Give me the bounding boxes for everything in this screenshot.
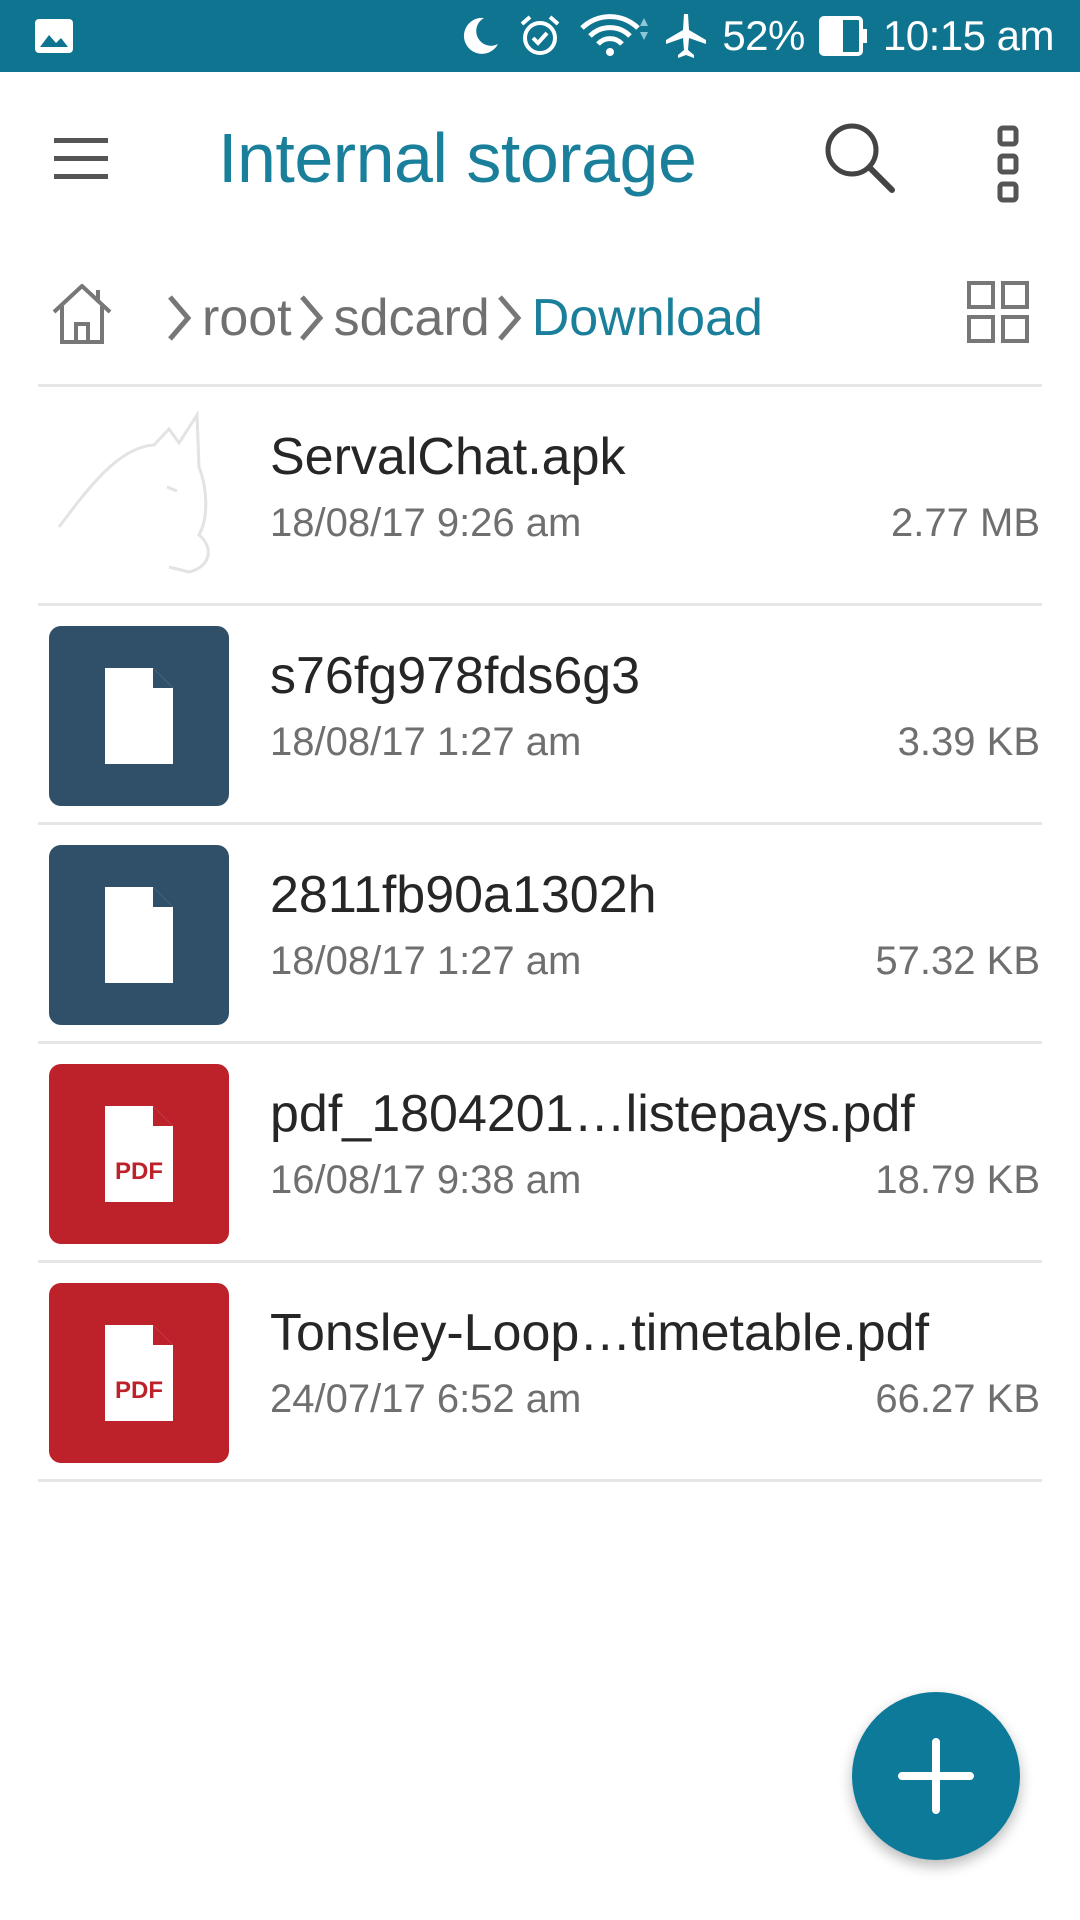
divider — [38, 1479, 1042, 1482]
file-size: 66.27 KB — [875, 1377, 1040, 1421]
battery-percent: 52% — [722, 12, 805, 59]
alarm-icon — [516, 12, 564, 60]
file-size: 18.79 KB — [875, 1158, 1040, 1202]
clock: 10:15 am — [882, 12, 1055, 59]
file-row[interactable]: ServalChat.apk 18/08/17 9:26 am 2.77 MB — [0, 387, 1080, 603]
pdf-badge: PDF — [115, 1377, 163, 1404]
chevron-right-icon — [497, 295, 521, 341]
cat-app-icon — [49, 407, 229, 587]
file-name: 2811fb90a1302h — [270, 866, 657, 924]
file-name: ServalChat.apk — [270, 428, 626, 486]
file-size: 3.39 KB — [897, 720, 1040, 764]
search-icon[interactable] — [820, 118, 900, 198]
app-bar: Internal storage — [0, 72, 1080, 248]
file-row[interactable]: PDF Tonsley-Loop…timetable.pdf 24/07/17 … — [0, 1263, 1080, 1479]
add-fab-button[interactable] — [852, 1692, 1020, 1860]
pdf-file-icon: PDF — [49, 1064, 229, 1244]
pdf-badge: PDF — [115, 1158, 163, 1185]
file-date: 18/08/17 1:27 am — [270, 939, 582, 983]
file-icon — [49, 845, 229, 1025]
file-icon — [49, 626, 229, 806]
file-date: 18/08/17 1:27 am — [270, 720, 582, 764]
menu-icon[interactable] — [50, 134, 114, 186]
file-name: Tonsley-Loop…timetable.pdf — [270, 1304, 930, 1362]
breadcrumb-item-download[interactable]: Download — [532, 288, 763, 348]
image-icon — [34, 18, 74, 54]
file-size: 2.77 MB — [891, 501, 1040, 545]
status-bar: 52% 10:15 am — [0, 0, 1080, 72]
page-title: Internal storage — [218, 119, 697, 197]
moon-icon — [458, 14, 502, 58]
file-row[interactable]: s76fg978fds6g3 18/08/17 1:27 am 3.39 KB — [0, 606, 1080, 822]
pdf-file-icon: PDF — [49, 1283, 229, 1463]
file-row[interactable]: PDF pdf_1804201…listepays.pdf 16/08/17 9… — [0, 1044, 1080, 1260]
breadcrumb: root sdcard Download — [0, 248, 1080, 384]
more-vert-icon[interactable] — [990, 122, 1026, 206]
file-name: s76fg978fds6g3 — [270, 647, 641, 705]
grid-view-icon[interactable] — [966, 280, 1030, 344]
airplane-icon — [664, 12, 708, 60]
file-row[interactable]: 2811fb90a1302h 18/08/17 1:27 am 57.32 KB — [0, 825, 1080, 1041]
wifi-icon — [578, 12, 650, 60]
file-date: 16/08/17 9:38 am — [270, 1158, 582, 1202]
battery-icon — [818, 16, 869, 56]
home-icon[interactable] — [48, 280, 116, 348]
breadcrumb-item-root[interactable]: root — [202, 288, 292, 348]
file-size: 57.32 KB — [875, 939, 1040, 983]
chevron-right-icon — [168, 295, 192, 341]
chevron-right-icon — [299, 295, 323, 341]
file-name: pdf_1804201…listepays.pdf — [270, 1085, 915, 1143]
file-date: 24/07/17 6:52 am — [270, 1377, 582, 1421]
plus-icon — [898, 1738, 974, 1814]
breadcrumb-item-sdcard[interactable]: sdcard — [334, 288, 490, 348]
file-date: 18/08/17 9:26 am — [270, 501, 582, 545]
